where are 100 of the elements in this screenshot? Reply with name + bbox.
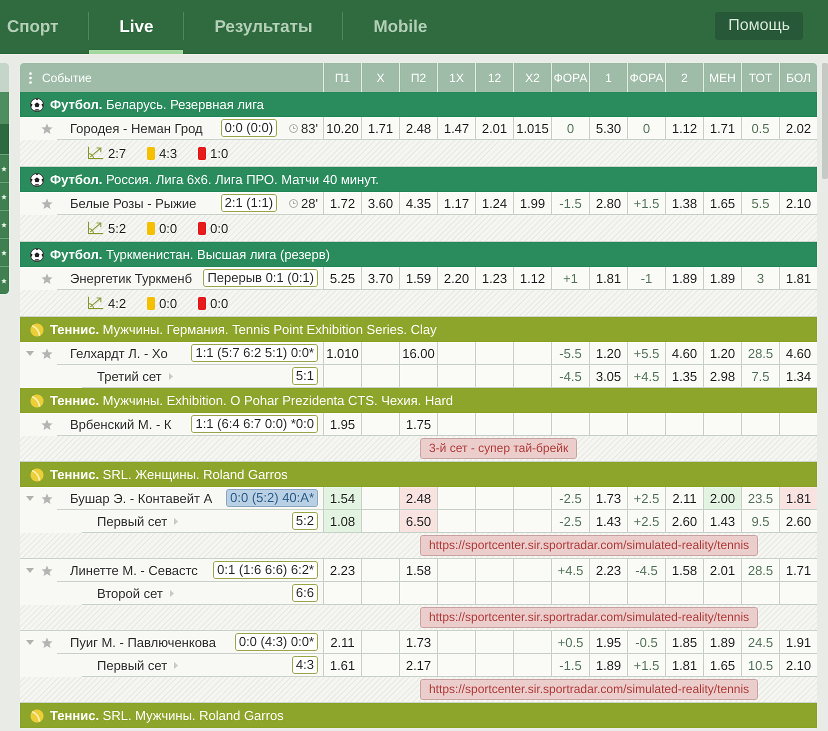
odds-cell[interactable]: +2.5 xyxy=(627,487,665,510)
odds-cell[interactable]: +1.5 xyxy=(627,192,665,215)
odds-cell[interactable]: 2.10 xyxy=(779,192,817,215)
odds-cell[interactable]: 1.015 xyxy=(513,117,551,140)
star-icon[interactable] xyxy=(41,492,53,504)
odds-cell[interactable]: 1.65 xyxy=(703,654,741,677)
odds-cell[interactable]: 1.99 xyxy=(513,192,551,215)
odds-cell[interactable]: +5.5 xyxy=(627,342,665,365)
odds-cell[interactable]: -0.5 xyxy=(627,631,665,654)
odds-cell[interactable]: 2.98 xyxy=(703,365,741,388)
odds-cell[interactable]: 1.95 xyxy=(589,631,627,654)
odds-cell[interactable]: 1.89 xyxy=(703,267,741,290)
odds-cell[interactable]: +4.5 xyxy=(627,365,665,388)
odds-cell[interactable]: 1.81 xyxy=(779,267,817,290)
star-icon[interactable] xyxy=(41,636,53,648)
odds-cell[interactable]: 10.5 xyxy=(741,654,779,677)
odds-cell[interactable]: -4.5 xyxy=(627,559,665,582)
set-label[interactable]: Первый сет xyxy=(97,514,168,528)
nav-tab[interactable]: Live xyxy=(89,0,184,54)
odds-cell[interactable]: 16.00 xyxy=(399,342,437,365)
sidebar-item[interactable] xyxy=(0,266,9,294)
odds-cell[interactable]: 2.23 xyxy=(589,559,627,582)
odds-cell[interactable]: 1.81 xyxy=(779,487,817,510)
odds-cell[interactable]: 3 xyxy=(741,267,779,290)
odds-cell[interactable]: 2.23 xyxy=(323,559,361,582)
odds-cell[interactable]: 0.5 xyxy=(741,117,779,140)
sidebar-item[interactable] xyxy=(0,210,9,238)
caret-down-icon[interactable] xyxy=(26,351,34,356)
odds-cell[interactable]: 2.01 xyxy=(475,117,513,140)
odds-cell[interactable]: 1.85 xyxy=(665,631,703,654)
odds-cell[interactable]: 1.20 xyxy=(589,342,627,365)
odds-cell[interactable]: 1.58 xyxy=(399,559,437,582)
odds-cell[interactable]: -1 xyxy=(627,267,665,290)
odds-cell[interactable]: 2.00 xyxy=(703,487,741,510)
odds-cell[interactable]: 24.5 xyxy=(741,631,779,654)
odds-cell[interactable]: 9.5 xyxy=(741,510,779,533)
odds-cell[interactable]: 2.11 xyxy=(665,487,703,510)
odds-cell[interactable]: 1.95 xyxy=(323,413,361,436)
team-names[interactable]: Городея - Неман Грод xyxy=(70,120,215,136)
odds-cell[interactable]: 4.60 xyxy=(779,342,817,365)
odds-cell[interactable]: 1.71 xyxy=(703,117,741,140)
odds-cell[interactable]: 7.5 xyxy=(741,365,779,388)
odds-cell[interactable]: 1.12 xyxy=(513,267,551,290)
odds-cell[interactable]: 1.59 xyxy=(399,267,437,290)
odds-cell[interactable]: 1.35 xyxy=(665,365,703,388)
odds-cell[interactable]: 1.65 xyxy=(703,192,741,215)
odds-cell[interactable]: 1.23 xyxy=(475,267,513,290)
odds-cell[interactable]: -4.5 xyxy=(551,365,589,388)
odds-cell[interactable]: 3.60 xyxy=(361,192,399,215)
set-label[interactable]: Второй сет xyxy=(97,586,163,600)
odds-cell[interactable]: +1 xyxy=(551,267,589,290)
odds-cell[interactable]: 6.50 xyxy=(399,510,437,533)
team-names[interactable]: Линетте М. - Севастс xyxy=(70,562,208,578)
star-icon[interactable] xyxy=(41,198,53,210)
odds-cell[interactable]: 1.010 xyxy=(323,342,361,365)
odds-cell[interactable]: 1.43 xyxy=(589,510,627,533)
odds-cell[interactable]: +2.5 xyxy=(627,510,665,533)
odds-cell[interactable]: 2.17 xyxy=(399,654,437,677)
odds-cell[interactable]: 1.91 xyxy=(779,631,817,654)
star-icon[interactable] xyxy=(41,418,53,430)
odds-cell[interactable]: +0.5 xyxy=(551,631,589,654)
odds-cell[interactable]: 2.48 xyxy=(399,117,437,140)
odds-cell[interactable]: 3.70 xyxy=(361,267,399,290)
sidebar-item[interactable] xyxy=(0,238,9,266)
odds-cell[interactable]: 2.02 xyxy=(779,117,817,140)
odds-cell[interactable]: 1.58 xyxy=(665,559,703,582)
team-names[interactable]: Пуиг М. - Павлюченкова xyxy=(70,634,229,650)
odds-cell[interactable]: 1.81 xyxy=(665,654,703,677)
odds-cell[interactable]: 1.08 xyxy=(323,510,361,533)
odds-cell[interactable]: 2.80 xyxy=(589,192,627,215)
odds-cell[interactable]: 2.48 xyxy=(399,487,437,510)
scrollbar-thumb[interactable] xyxy=(822,63,828,179)
kebab-menu-icon[interactable] xyxy=(29,72,32,84)
team-names[interactable]: Белые Розы - Рыжие xyxy=(70,196,215,210)
odds-cell[interactable]: 2.20 xyxy=(437,267,475,290)
help-button[interactable]: Помощь xyxy=(715,12,803,40)
caret-down-icon[interactable] xyxy=(26,568,34,573)
odds-cell[interactable]: 10.20 xyxy=(323,117,361,140)
odds-cell[interactable]: 3.05 xyxy=(589,365,627,388)
odds-cell[interactable]: 1.43 xyxy=(703,510,741,533)
star-icon[interactable] xyxy=(41,272,53,284)
odds-cell[interactable]: 1.24 xyxy=(475,192,513,215)
odds-cell[interactable]: 2.10 xyxy=(779,654,817,677)
odds-cell[interactable]: 1.34 xyxy=(779,365,817,388)
odds-cell[interactable]: 5.25 xyxy=(323,267,361,290)
star-icon[interactable] xyxy=(41,564,53,576)
odds-cell[interactable]: 1.54 xyxy=(323,487,361,510)
odds-cell[interactable]: 2.11 xyxy=(323,631,361,654)
odds-cell[interactable]: 1.73 xyxy=(399,631,437,654)
odds-cell[interactable]: 1.73 xyxy=(589,487,627,510)
odds-cell[interactable]: 1.89 xyxy=(589,654,627,677)
odds-cell[interactable]: 1.89 xyxy=(665,267,703,290)
team-names[interactable]: Бушар Э. - Контавейт А xyxy=(70,490,220,506)
set-label[interactable]: Первый сет xyxy=(97,658,168,672)
odds-cell[interactable]: 1.61 xyxy=(323,654,361,677)
nav-tab[interactable]: Результаты xyxy=(184,0,342,54)
odds-cell[interactable]: +1.5 xyxy=(627,654,665,677)
odds-cell[interactable]: 1.81 xyxy=(589,267,627,290)
odds-cell[interactable]: 2.60 xyxy=(665,510,703,533)
odds-cell[interactable]: 1.17 xyxy=(437,192,475,215)
